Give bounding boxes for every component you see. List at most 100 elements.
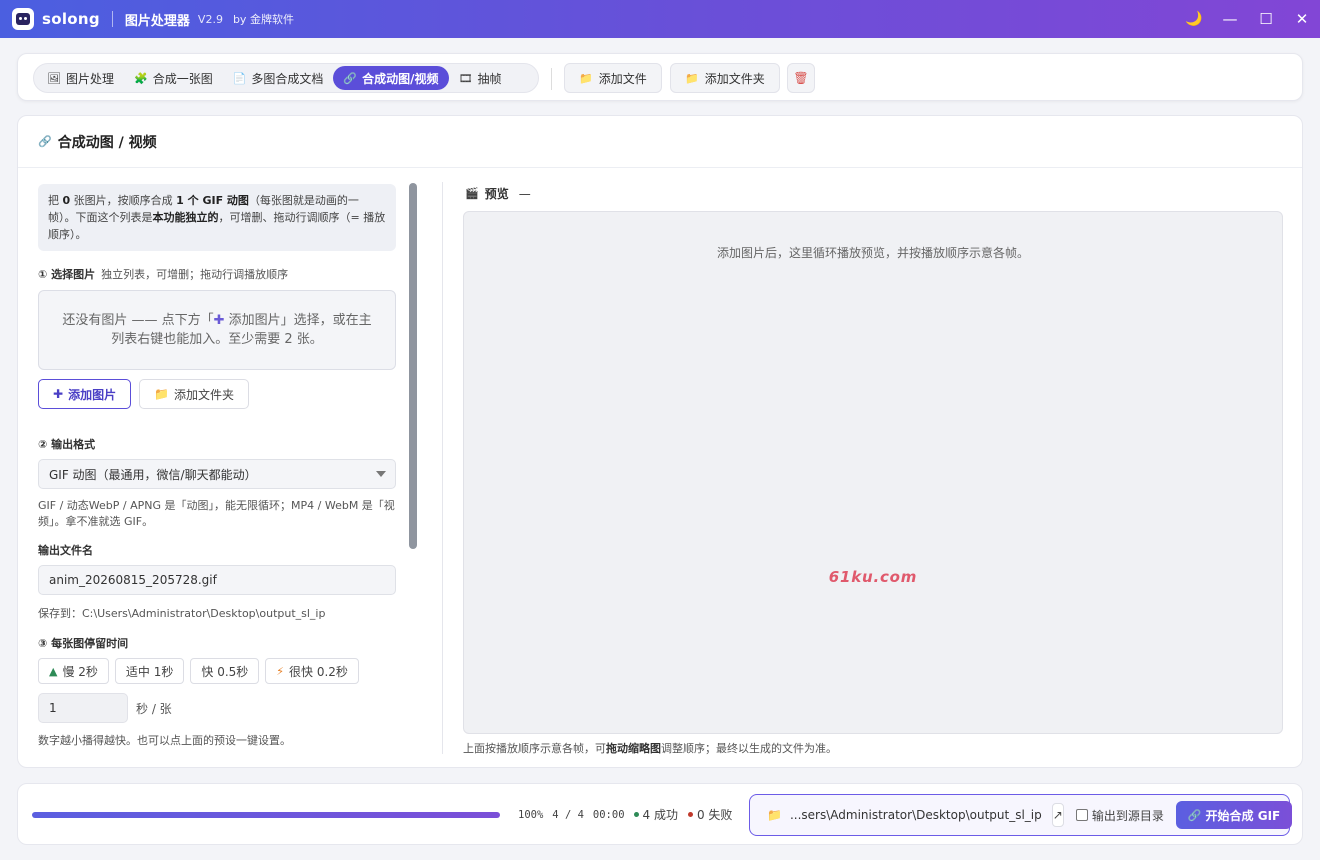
preview-note-text: 上面按播放顺序示意各帧，可: [463, 742, 606, 755]
preset-fast-button[interactable]: 快 0.5秒: [190, 658, 260, 684]
filename-value: anim_20260815_205728.gif: [49, 573, 217, 587]
preview-note-text: 调整顺序；最终以生成的文件为准。: [661, 742, 837, 755]
clear-list-button[interactable]: 🗑: [787, 63, 815, 93]
drop-zone-text-part: 还没有图片 —— 点下方「: [62, 313, 214, 328]
film-icon: 🎞: [458, 71, 473, 85]
start-merge-button[interactable]: 🔗 开始合成 GIF: [1175, 801, 1293, 829]
info-text: 把: [48, 194, 63, 207]
preview-placeholder: 添加图片后，这里循环播放预览，并按播放顺序示意各帧。: [716, 246, 1029, 260]
add-folder-button[interactable]: 📁 添加文件夹: [670, 63, 780, 93]
image-drop-zone[interactable]: 还没有图片 —— 点下方「✚ 添加图片」选择，或在主列表右键也能加入。至少需要 …: [38, 290, 396, 370]
toolbar: 🖼 图片处理 🧩 合成一张图 📄 多图合成文档 🔗 合成动图/视频 🎞 抽帧 📁 添加文件 …: [17, 53, 1303, 101]
add-file-button[interactable]: 📁 添加文件: [564, 63, 662, 93]
tab-merge-document[interactable]: 📄 多图合成文档: [223, 66, 334, 90]
preview-area[interactable]: 添加图片后，这里循环播放预览，并按播放顺序示意各帧。 61ku.com: [463, 211, 1283, 734]
checkbox-label: 输出到源目录: [1091, 808, 1164, 823]
progress-percent: 100%: [518, 808, 544, 821]
open-folder-button[interactable]: ↗: [1051, 803, 1064, 827]
trash-icon: 🗑: [793, 71, 809, 85]
output-box: 📁 ...sers\Administrator\Desktop\output_s…: [749, 794, 1293, 836]
close-button[interactable]: ✕: [1284, 0, 1320, 38]
duration-note: 数字越小播得越快。也可以点上面的预设一键设置。: [38, 734, 291, 747]
link-icon: 🔗: [38, 135, 52, 148]
progress-fill: [32, 812, 500, 818]
step-output-format: ② 输出格式: [38, 436, 396, 452]
step-subtitle: 独立列表，可增删；拖动行调播放顺序: [101, 268, 289, 281]
progress-stats: 100% 4 / 4 00:00 4 成功 0 失败: [518, 806, 732, 823]
preset-very-fast-button[interactable]: ⚡ 很快 0.2秒: [265, 658, 359, 684]
document-icon: 📄: [232, 71, 247, 85]
tab-label: 合成一张图: [152, 71, 213, 86]
preset-medium-button[interactable]: 适中 1秒: [114, 658, 185, 684]
folder-icon: 📁: [685, 71, 699, 85]
chevron-down-icon: [376, 471, 386, 477]
title-bar: solong 图片处理器 V2.9 by 金牌软件 🌙 — ☐ ✕: [0, 0, 1320, 38]
duration-value: 1: [49, 701, 57, 715]
version-label: V2.9: [197, 12, 223, 26]
preview-status: —: [518, 186, 531, 201]
title-separator: [111, 11, 113, 27]
save-path-text: 保存到：C:\Users\Administrator\Desktop\outpu…: [38, 607, 326, 620]
add-folder-label: 添加文件夹: [174, 387, 235, 402]
format-select[interactable]: GIF 动图（最通用，微信/聊天都能动）: [38, 459, 396, 489]
step-title: ① 选择图片: [38, 268, 96, 281]
add-file-label: 添加文件: [598, 71, 647, 86]
window-controls: 🌙 — ☐ ✕: [1176, 0, 1320, 38]
info-text: 张图片，按顺序合成: [70, 194, 177, 207]
clapperboard-icon: 🎬: [465, 187, 479, 200]
progress-bar: [32, 812, 500, 818]
tab-image-processing[interactable]: 🖼 图片处理: [37, 66, 124, 90]
output-path[interactable]: ...sers\Administrator\Desktop\output_sl_…: [790, 808, 1042, 822]
tab-merge-one-image[interactable]: 🧩 合成一张图: [124, 66, 223, 90]
panel-title: 合成动图 / 视频: [57, 134, 157, 151]
folder-icon: 📁: [579, 71, 593, 85]
output-format-highlight: 1 个 GIF 动图: [176, 194, 249, 207]
add-images-button[interactable]: ✚ 添加图片: [38, 379, 132, 409]
add-folder-label: 添加文件夹: [704, 71, 765, 86]
image-count: 0: [62, 194, 71, 207]
status-bar: 100% 4 / 4 00:00 4 成功 0 失败 📁 ...sers\Adm…: [17, 783, 1303, 845]
tab-label: 多图合成文档: [251, 71, 324, 86]
maximize-button[interactable]: ☐: [1248, 0, 1284, 38]
info-box: 把 0 张图片，按顺序合成 1 个 GIF 动图（每张图就是动画的一帧）。下面这…: [38, 184, 396, 251]
tab-animation-video[interactable]: 🔗 合成动图/视频: [333, 66, 449, 90]
preview-note-bold: 拖动缩略图: [606, 742, 661, 755]
tab-extract-frames[interactable]: 🎞 抽帧: [449, 66, 512, 90]
settings-column: 把 0 张图片，按顺序合成 1 个 GIF 动图（每张图就是动画的一帧）。下面这…: [38, 184, 396, 754]
success-dot-icon: [633, 812, 639, 817]
preset-slow-button[interactable]: ▲ 慢 2秒: [38, 658, 109, 684]
folder-icon[interactable]: 📁: [767, 808, 782, 822]
link-icon: 🔗: [1187, 808, 1202, 822]
mode-tabs: 🖼 图片处理 🧩 合成一张图 📄 多图合成文档 🔗 合成动图/视频 🎞 抽帧: [33, 63, 539, 93]
minimize-button[interactable]: —: [1212, 0, 1248, 38]
add-folder-images-button[interactable]: 📁 添加文件夹: [139, 379, 250, 409]
theme-toggle-moon-icon[interactable]: 🌙: [1176, 0, 1212, 38]
fail-text: 0 失败: [696, 808, 733, 822]
duration-unit: 秒 / 张: [136, 701, 172, 716]
format-note: GIF / 动态WebP / APNG 是「动图」，能无限循环；MP4 / We…: [38, 499, 395, 528]
drop-zone-text: 还没有图片 —— 点下方「✚ 添加图片」选择，或在主列表右键也能加入。至少需要 …: [59, 311, 375, 349]
output-to-source-checkbox[interactable]: 输出到源目录: [1075, 807, 1164, 824]
plus-icon: ✚: [213, 313, 225, 328]
external-link-icon: ↗: [1052, 808, 1063, 822]
filename-label: 输出文件名: [38, 544, 93, 557]
column-divider: [442, 182, 443, 754]
preset-label: 慢 2秒: [62, 664, 98, 679]
turtle-icon: ▲: [49, 664, 58, 678]
filename-input[interactable]: anim_20260815_205728.gif: [38, 565, 396, 595]
settings-scrollbar[interactable]: [409, 183, 417, 549]
brand-name: solong: [42, 10, 100, 28]
step-frame-duration: ③ 每张图停留时间: [38, 635, 396, 651]
puzzle-icon: 🧩: [133, 71, 148, 85]
preset-label: 快 0.5秒: [201, 664, 249, 679]
duration-input[interactable]: 1: [38, 693, 128, 723]
step-select-images: ① 选择图片 独立列表，可增删；拖动行调播放顺序: [38, 266, 396, 282]
progress-count: 4 / 4: [552, 808, 584, 821]
success-count: 4 成功: [633, 806, 678, 823]
plus-icon: ✚: [53, 387, 64, 401]
preview-title: 预览: [484, 187, 509, 201]
checkbox-icon[interactable]: [1075, 809, 1088, 821]
independent-highlight: 本功能独立的: [152, 211, 219, 224]
preset-label: 适中 1秒: [125, 664, 174, 679]
folder-icon: 📁: [154, 387, 170, 401]
